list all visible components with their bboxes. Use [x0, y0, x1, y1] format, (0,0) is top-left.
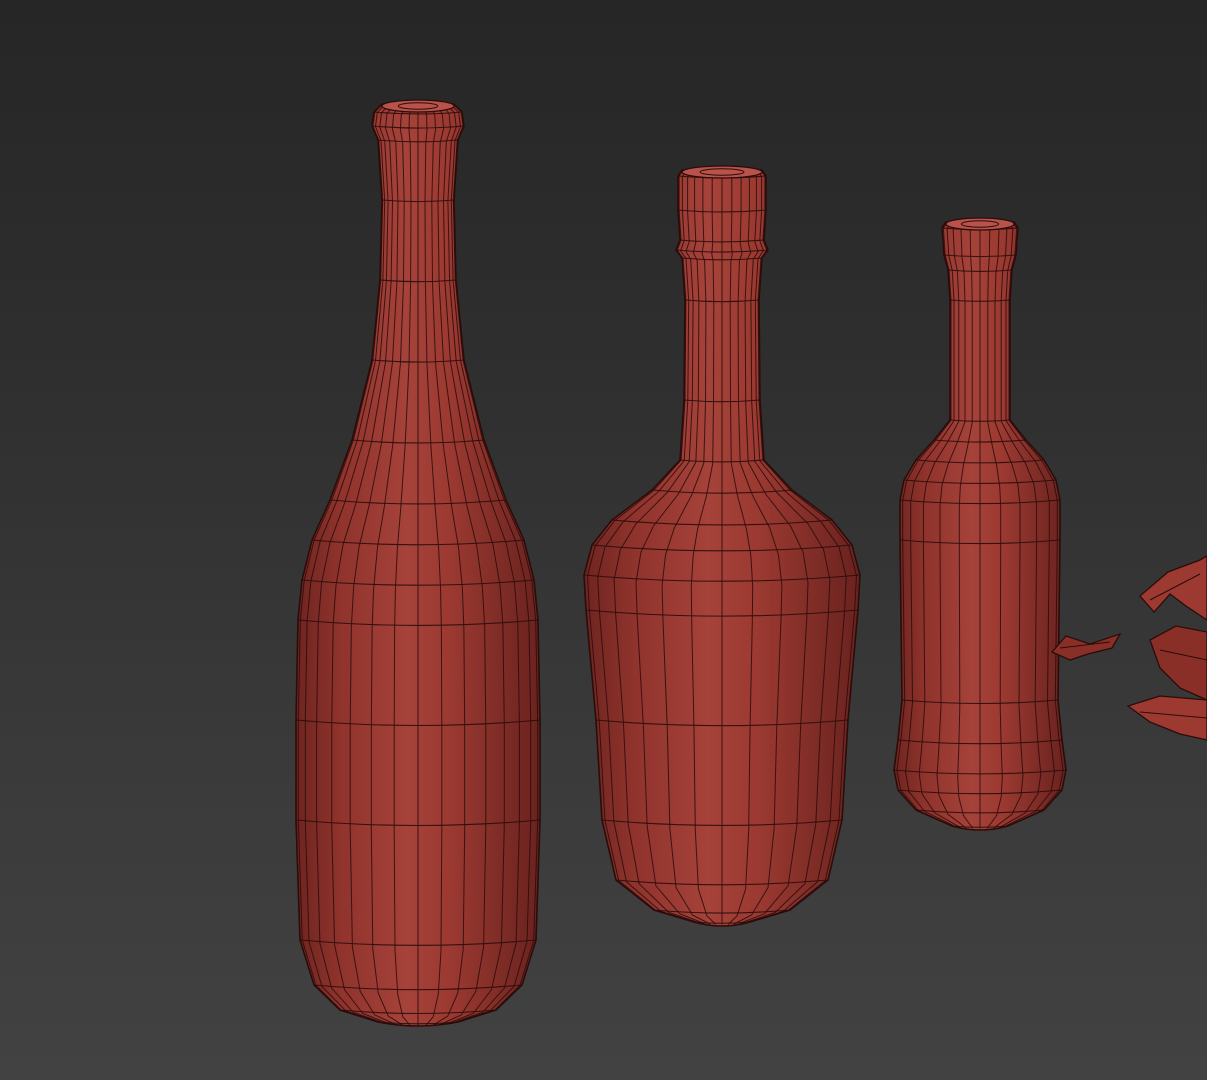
- scene-canvas[interactable]: [0, 0, 1207, 1080]
- shard-4: [1126, 695, 1207, 741]
- shard-1: [1050, 632, 1122, 661]
- shard-3: [1149, 625, 1207, 701]
- small-bottle-mouth: [945, 217, 1015, 231]
- liquor-bottle-mouth: [681, 165, 763, 179]
- small-bottle[interactable]: [893, 217, 1067, 831]
- liquor-bottle[interactable]: [583, 165, 861, 927]
- wine-bottle[interactable]: [295, 99, 541, 1027]
- wine-bottle-mouth: [381, 99, 455, 113]
- broken-glass-shards[interactable]: [1050, 555, 1207, 741]
- 3d-viewport[interactable]: [0, 0, 1207, 1080]
